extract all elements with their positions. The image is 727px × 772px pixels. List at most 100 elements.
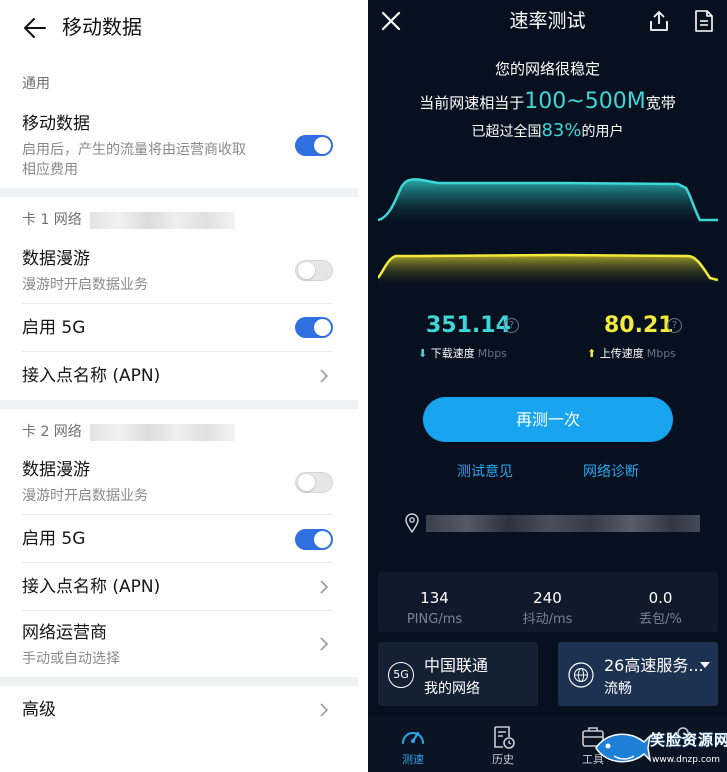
location-redacted — [426, 515, 700, 532]
page-title: 移动数据 — [62, 15, 142, 39]
packet-loss-label: 丢包/% — [639, 612, 682, 627]
arrow-down-icon: ⬇ — [418, 347, 428, 360]
isp-card[interactable]: 5G 中国联通 我的网络 — [378, 642, 538, 706]
upload-label-text: 上传速度 — [599, 347, 644, 360]
beat-suffix: 的用户 — [581, 124, 624, 140]
divider — [22, 303, 332, 304]
ping-value: 134 — [420, 589, 449, 607]
arrow-up-icon: ⬆ — [587, 347, 597, 360]
speed-test-screen: 速率测试 您的网络很稳定 当前网速相当于100~500M宽带 已超过全国83%的… — [368, 0, 727, 772]
toggle-knob — [298, 474, 315, 491]
dropdown-caret-icon — [700, 662, 710, 668]
toggle-knob — [314, 319, 331, 336]
chevron-right-icon — [320, 703, 329, 717]
divider — [22, 514, 332, 515]
advanced-title: 高级 — [22, 700, 56, 720]
download-label-text: 下载速度 — [430, 347, 475, 360]
upload-speed-label: ⬆ 上传速度 Mbps — [587, 346, 676, 362]
download-speed-value: 351.14 — [426, 313, 511, 338]
card2-apn-title: 接入点名称 (APN) — [22, 577, 161, 597]
card1-5g-title: 启用 5G — [22, 318, 86, 338]
isp-sub: 我的网络 — [424, 681, 480, 697]
download-help-icon[interactable]: ? — [504, 318, 519, 333]
divider — [22, 562, 332, 563]
settings-top-bar: 移动数据 — [0, 0, 358, 56]
download-speed-label: ⬇ 下载速度 Mbps — [418, 346, 507, 362]
card2-roaming-toggle[interactable] — [295, 472, 333, 493]
section-gap — [0, 400, 358, 409]
location-pin-icon — [405, 513, 419, 533]
speed-prefix: 当前网速相当于 — [419, 94, 525, 112]
diagnose-link[interactable]: 网络诊断 — [583, 462, 639, 482]
packet-loss-value: 0.0 — [648, 589, 673, 607]
ping-label: PING/ms — [406, 612, 463, 627]
speed-test-title: 速率测试 — [509, 10, 586, 32]
server-name: 26高速服务... — [604, 656, 704, 675]
nav-history[interactable]: 历史 — [473, 716, 533, 772]
chevron-right-icon — [320, 580, 329, 594]
card1-roaming-desc: 漫游时开启数据业务 — [22, 277, 148, 293]
chevron-right-icon — [320, 637, 329, 651]
card2-operator-desc: 手动或自动选择 — [22, 651, 120, 667]
card2-5g-toggle[interactable] — [295, 529, 333, 550]
globe-icon — [568, 662, 594, 688]
section-label-card2: 卡 2 网络 — [22, 424, 82, 440]
card2-5g-title: 启用 5G — [22, 529, 86, 549]
bandwidth-equivalent: 当前网速相当于100~500M宽带 — [368, 86, 727, 119]
section-gap — [0, 188, 358, 197]
feedback-link[interactable]: 测试意见 — [457, 462, 513, 482]
back-arrow-icon[interactable] — [20, 14, 48, 42]
upload-speed-waveform — [378, 253, 718, 288]
mobile-data-toggle[interactable] — [295, 135, 333, 156]
upload-speed-value: 80.21 — [604, 313, 674, 338]
nav-speed-test[interactable]: 测速 — [383, 716, 443, 772]
download-speed-waveform — [378, 178, 718, 228]
section-label-general: 通用 — [22, 76, 50, 92]
beat-percent: 83% — [541, 120, 582, 141]
card1-roaming-toggle[interactable] — [295, 260, 333, 281]
retest-button[interactable]: 再测一次 — [423, 397, 673, 442]
report-icon[interactable] — [694, 9, 714, 33]
mobile-data-settings-screen: 移动数据 通用 移动数据 启用后，产生的流量将由运营商收取 相应费用 卡 1 网… — [0, 0, 358, 772]
card2-carrier-redacted — [90, 424, 235, 441]
nav-speed-test-label: 测速 — [402, 753, 424, 766]
card1-apn-title: 接入点名称 (APN) — [22, 366, 161, 386]
speed-range: 100~500M — [524, 89, 646, 114]
beat-prefix: 已超过全国 — [471, 124, 542, 140]
upload-unit: Mbps — [646, 347, 676, 360]
share-icon[interactable] — [648, 10, 670, 32]
card2-roaming-desc: 漫游时开启数据业务 — [22, 488, 148, 504]
upload-help-icon[interactable]: ? — [667, 318, 682, 333]
card2-roaming-title: 数据漫游 — [22, 460, 90, 480]
divider — [22, 351, 332, 352]
jitter-value: 240 — [533, 589, 562, 607]
toggle-knob — [314, 531, 331, 548]
mobile-data-desc-line2: 相应费用 — [22, 162, 78, 178]
card1-roaming-title: 数据漫游 — [22, 249, 90, 269]
card2-operator-title: 网络运营商 — [22, 623, 107, 643]
fish-logo-icon — [595, 733, 652, 763]
card1-5g-toggle[interactable] — [295, 317, 333, 338]
chevron-right-icon — [320, 369, 329, 383]
stability-message: 您的网络很稳定 — [494, 60, 600, 78]
toggle-knob — [314, 137, 331, 154]
download-unit: Mbps — [477, 347, 507, 360]
server-quality: 流畅 — [604, 681, 632, 697]
watermark-text: 笑脸资源网 — [650, 731, 727, 749]
network-stats-panel: 134 PING/ms 240 抖动/ms 0.0 丢包/% — [378, 572, 718, 632]
section-gap — [0, 677, 358, 686]
5g-badge-icon: 5G — [388, 662, 414, 688]
speedometer-icon — [402, 731, 424, 744]
jitter-label: 抖动/ms — [522, 612, 573, 627]
divider — [22, 610, 332, 611]
card1-carrier-redacted — [90, 212, 235, 229]
server-select-card[interactable]: 26高速服务... 流畅 — [558, 642, 718, 706]
section-label-card1: 卡 1 网络 — [22, 212, 82, 228]
isp-name: 中国联通 — [424, 656, 489, 675]
mobile-data-desc-line1: 启用后，产生的流量将由运营商收取 — [22, 142, 246, 158]
toggle-knob — [298, 262, 315, 279]
nav-history-label: 历史 — [492, 753, 514, 766]
speed-suffix: 宽带 — [645, 94, 676, 112]
history-icon — [494, 726, 515, 749]
watermark-url: www.dnzp.com — [652, 755, 721, 765]
